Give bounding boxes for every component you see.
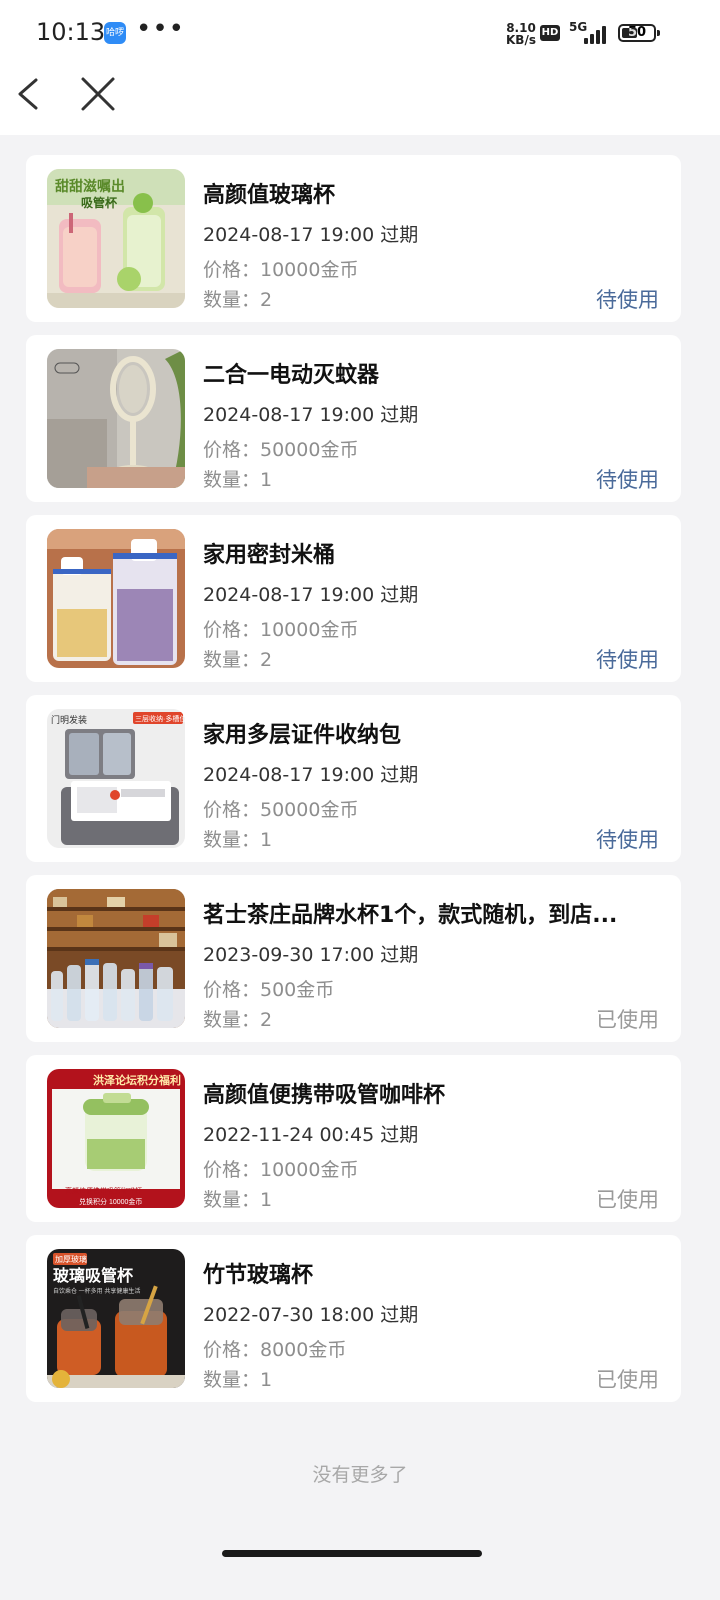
list-item[interactable]: 茗士茶庄品牌水杯1个，款式随机，到店... 2023-09-30 17:00 过… bbox=[26, 875, 681, 1042]
item-expiry: 2022-11-24 00:45 过期 bbox=[203, 1124, 419, 1146]
item-price: 价格：10000金币 bbox=[203, 1159, 359, 1181]
back-button[interactable] bbox=[12, 72, 52, 116]
thumb-text: 甜甜滋嘱出 bbox=[55, 178, 125, 194]
close-button[interactable] bbox=[76, 72, 120, 116]
list-item[interactable]: 洪泽论坛积分福利 高颜值便携带吸管咖啡杯 兑换积分 10000金币 高颜值便携带… bbox=[26, 1055, 681, 1222]
list-item[interactable]: 家用密封米桶 2024-08-17 19:00 过期 价格：10000金币 数量… bbox=[26, 515, 681, 682]
battery-icon: 50 bbox=[618, 24, 660, 42]
product-image[interactable] bbox=[47, 889, 185, 1028]
item-price: 价格：8000金币 bbox=[203, 1339, 347, 1361]
item-title: 高颜值便携带吸管咖啡杯 bbox=[203, 1083, 446, 1108]
thumb-text-2: 三层收纳·多槽位 bbox=[135, 714, 185, 723]
item-quantity: 数量：1 bbox=[203, 469, 273, 491]
list-item[interactable]: 二合一电动灭蚊器 2024-08-17 19:00 过期 价格：50000金币 … bbox=[26, 335, 681, 502]
top-bar: 10:13 哈啰 ••• 8.10 KB/s HD 5G 50 bbox=[0, 0, 720, 135]
item-quantity: 数量：1 bbox=[203, 829, 273, 851]
item-quantity: 数量：2 bbox=[203, 1009, 273, 1031]
product-image[interactable]: 洪泽论坛积分福利 高颜值便携带吸管咖啡杯 兑换积分 10000金币 bbox=[47, 1069, 185, 1208]
status-label[interactable]: 待使用 bbox=[596, 284, 659, 314]
signal-icon bbox=[582, 24, 610, 44]
document-bag-image: 门明发装 三层收纳·多槽位 bbox=[47, 709, 185, 848]
thumb-price: 兑换积分 10000金币 bbox=[79, 1197, 142, 1206]
status-label[interactable]: 待使用 bbox=[596, 824, 659, 854]
thumb-text-2: 吸管杯 bbox=[81, 195, 118, 210]
chevron-left-icon bbox=[18, 78, 38, 110]
item-expiry: 2022-07-30 18:00 过期 bbox=[203, 1304, 419, 1326]
bamboo-glass-image: 加厚玻璃 玻璃吸管杯 自饮乘仓 一杯多用 共享健康生活 bbox=[47, 1249, 185, 1388]
list-item[interactable]: 加厚玻璃 玻璃吸管杯 自饮乘仓 一杯多用 共享健康生活 竹节玻璃杯 2022-0… bbox=[26, 1235, 681, 1402]
item-title: 竹节玻璃杯 bbox=[203, 1263, 314, 1288]
product-image[interactable] bbox=[47, 349, 185, 488]
item-expiry: 2024-08-17 19:00 过期 bbox=[203, 764, 419, 786]
item-title: 高颜值玻璃杯 bbox=[203, 183, 336, 208]
item-quantity: 数量：1 bbox=[203, 1189, 273, 1211]
thumb-tag: 加厚玻璃 bbox=[55, 1254, 87, 1264]
coffee-cup-image: 洪泽论坛积分福利 高颜值便携带吸管咖啡杯 兑换积分 10000金币 bbox=[47, 1069, 185, 1208]
item-price: 价格：500金币 bbox=[203, 979, 335, 1001]
thumb-title: 玻璃吸管杯 bbox=[53, 1266, 134, 1285]
status-time: 10:13 bbox=[36, 18, 106, 46]
item-title: 二合一电动灭蚊器 bbox=[203, 363, 380, 388]
status-bar: 10:13 哈啰 ••• 8.10 KB/s HD 5G 50 bbox=[0, 0, 720, 66]
tea-shop-bottles-image bbox=[47, 889, 185, 1028]
hd-icon: HD bbox=[540, 25, 560, 41]
more-notifications-icon: ••• bbox=[136, 14, 186, 44]
app-notification-icon: 哈啰 bbox=[104, 22, 126, 44]
thumb-text: 门明发装 bbox=[51, 714, 87, 725]
thumb-text: 洪泽论坛积分福利 bbox=[93, 1073, 181, 1087]
product-image[interactable]: 加厚玻璃 玻璃吸管杯 自饮乘仓 一杯多用 共享健康生活 bbox=[47, 1249, 185, 1388]
status-label[interactable]: 已使用 bbox=[596, 1184, 659, 1214]
rice-bucket-image bbox=[47, 529, 185, 668]
item-price: 价格：50000金币 bbox=[203, 799, 359, 821]
product-image[interactable]: 甜甜滋嘱出 吸管杯 bbox=[47, 169, 185, 308]
item-expiry: 2024-08-17 19:00 过期 bbox=[203, 584, 419, 606]
item-price: 价格：50000金币 bbox=[203, 439, 359, 461]
item-quantity: 数量：2 bbox=[203, 289, 273, 311]
status-label[interactable]: 已使用 bbox=[596, 1364, 659, 1394]
network-speed: 8.10 KB/s bbox=[506, 22, 536, 46]
product-image[interactable] bbox=[47, 529, 185, 668]
item-expiry: 2023-09-30 17:00 过期 bbox=[203, 944, 419, 966]
list-item[interactable]: 甜甜滋嘱出 吸管杯 高颜值玻璃杯 2024-08-17 19:00 过期 价格：… bbox=[26, 155, 681, 322]
redemption-list: 甜甜滋嘱出 吸管杯 高颜值玻璃杯 2024-08-17 19:00 过期 价格：… bbox=[26, 155, 681, 1415]
item-title: 茗士茶庄品牌水杯1个，款式随机，到店... bbox=[203, 903, 618, 928]
item-title: 家用多层证件收纳包 bbox=[203, 723, 402, 748]
thumb-caption: 高颜值便携带吸管咖啡杯 bbox=[65, 1186, 142, 1195]
battery-level: 50 bbox=[627, 25, 647, 40]
network-speed-unit: KB/s bbox=[506, 33, 536, 47]
item-title: 家用密封米桶 bbox=[203, 543, 336, 568]
list-item[interactable]: 门明发装 三层收纳·多槽位 家用多层证件收纳包 2024-08-17 19:00… bbox=[26, 695, 681, 862]
item-price: 价格：10000金币 bbox=[203, 619, 359, 641]
home-indicator[interactable] bbox=[222, 1550, 482, 1557]
item-expiry: 2024-08-17 19:00 过期 bbox=[203, 404, 419, 426]
status-label[interactable]: 待使用 bbox=[596, 644, 659, 674]
item-quantity: 数量：1 bbox=[203, 1369, 273, 1391]
glass-cup-image: 甜甜滋嘱出 吸管杯 bbox=[47, 169, 185, 308]
thumb-subtitle: 自饮乘仓 一杯多用 共享健康生活 bbox=[53, 1287, 140, 1295]
mosquito-swatter-image bbox=[47, 349, 185, 488]
product-image[interactable]: 门明发装 三层收纳·多槽位 bbox=[47, 709, 185, 848]
item-price: 价格：10000金币 bbox=[203, 259, 359, 281]
item-quantity: 数量：2 bbox=[203, 649, 273, 671]
item-expiry: 2024-08-17 19:00 过期 bbox=[203, 224, 419, 246]
no-more-text: 没有更多了 bbox=[312, 1464, 408, 1486]
status-label[interactable]: 待使用 bbox=[596, 464, 659, 494]
close-icon bbox=[81, 77, 115, 111]
status-label[interactable]: 已使用 bbox=[596, 1004, 659, 1034]
